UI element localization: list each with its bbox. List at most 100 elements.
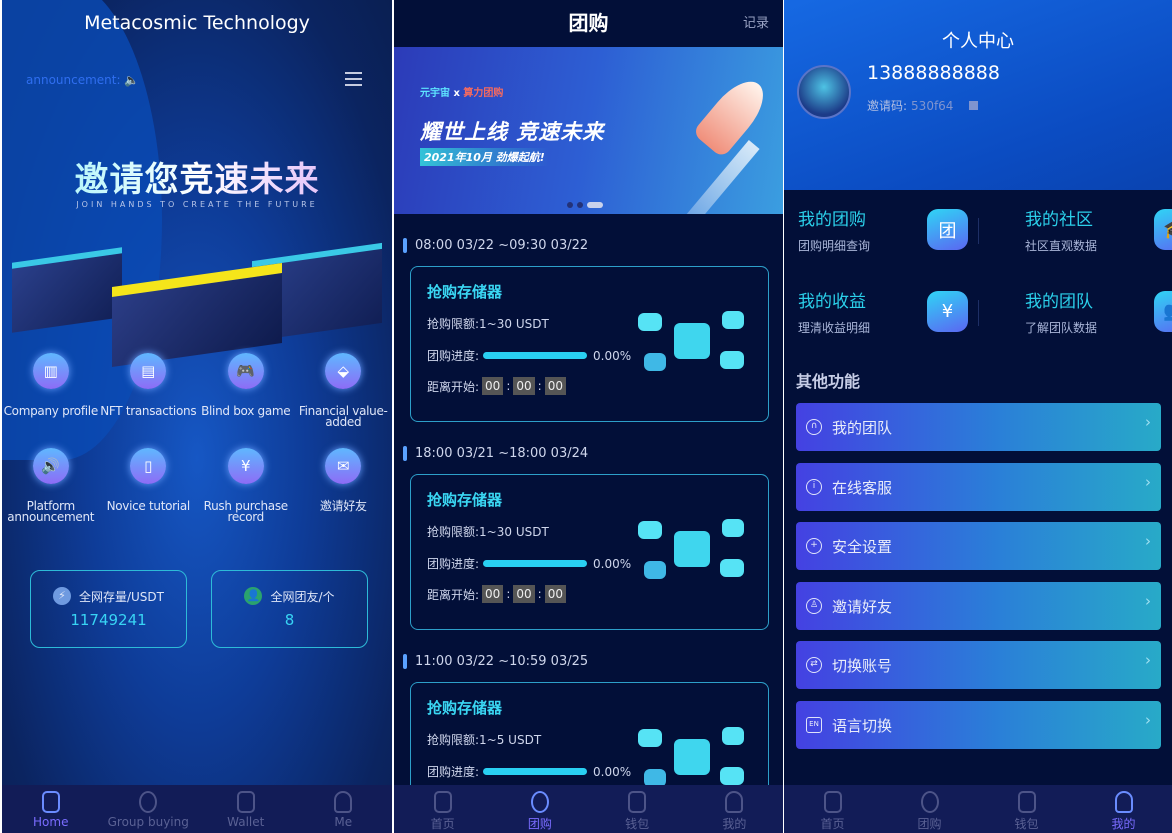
grid-item-financial-value-added[interactable]: ⬙ Financial value-added [295,353,393,428]
carousel-dot[interactable] [577,202,583,208]
menu-my-team[interactable]: ∩ 我的团队 › [796,403,1161,451]
carousel-dot[interactable] [567,202,573,208]
header: 团购 记录 [394,0,783,47]
nav-me[interactable]: 我的 [686,785,783,833]
grid-item-rush-purchase-record[interactable]: ¥ Rush purchase record [197,448,295,523]
nav-me[interactable]: Me [295,785,393,833]
product-title: 抢购存储器 [427,491,503,509]
nav-me[interactable]: 我的 [1075,785,1172,833]
grid-label: Blind box game [201,404,291,418]
storage-chip-illustration [638,305,746,377]
countdown: 距离开始: 00:00:00 [427,585,569,603]
nav-group-buying[interactable]: 团购 [491,785,588,833]
carousel-dot[interactable] [587,202,603,208]
graduation-cap-icon: 🎓 [1154,209,1172,250]
nav-label: Me [334,815,353,829]
chevron-right-icon: › [1145,651,1151,669]
quick-my-community[interactable]: 我的社区社区直观数据🎓 [1025,205,1172,265]
product-title: 抢购存储器 [427,699,503,717]
nav-wallet[interactable]: 钱包 [978,785,1075,833]
progress-row: 团购进度: 0.00% [427,348,632,364]
nav-group-buying[interactable]: 团购 [881,785,978,833]
grid-label: 邀请好友 [319,499,367,513]
grid-item-nft-transactions[interactable]: ▤ NFT transactions [100,353,198,428]
nav-label: 团购 [527,817,552,831]
chevron-right-icon: › [1145,413,1151,431]
grid-item-novice-tutorial[interactable]: ▯ Novice tutorial [100,448,198,523]
purchase-limit: 抢购限额:1~5 USDT [427,733,542,747]
nav-home[interactable]: 首页 [394,785,491,833]
nav-home[interactable]: Home [2,785,100,833]
user-icon [1114,791,1133,813]
group-buy-icon [530,791,549,813]
menu-language[interactable]: EN 语言切换 › [796,701,1161,749]
quick-my-earnings[interactable]: 我的收益 理清收益明细 ¥ [798,287,968,347]
menu-security-settings[interactable]: + 安全设置 › [796,522,1161,570]
home-screen: Metacosmic Technology announcement: 🔈 邀请… [2,0,392,833]
page-title: 个人中心 [942,31,1014,52]
group-buy-icon [920,791,939,813]
nav-label: 钱包 [625,817,650,831]
chevron-right-icon: › [1145,473,1151,491]
user-icon [725,791,744,813]
group-buy-icon [139,791,158,813]
home-icon [433,791,452,813]
group-buy-icon: 团 [927,209,968,250]
slot-time: 11:00 03/22 ~10:59 03/25 [403,654,588,669]
lightning-icon: ⚡ [52,587,71,605]
carousel-dots[interactable] [567,202,603,208]
bottom-nav: Home Group buying Wallet Me [2,785,392,833]
record-link[interactable]: 记录 [743,0,769,47]
promo-banner[interactable]: 元宇宙 x 算力团购 耀世上线 竞速未来 2021年10月 劲爆起航! [394,47,783,214]
grid-label: Financial value-added [298,404,388,429]
announcement[interactable]: announcement: 🔈 [26,73,139,87]
stat-total-members: 👤 全网团友/个 8 [211,570,368,648]
grid-label: Platform announcement [7,499,95,524]
storage-chip-illustration [638,721,746,793]
divider [978,218,979,244]
grid-label: NFT transactions [100,404,197,418]
users-icon: 👤 [244,587,263,605]
grid-label: Company profile [3,404,99,418]
progress-row: 团购进度: 0.00% [427,764,632,780]
profile-screen: 个人中心 13888888888 邀请码: 530f64 我的团购 团购明细查询团 … [784,0,1172,833]
storage-chip-illustration [638,513,746,585]
progress-bar [483,560,588,567]
chevron-right-icon: › [1145,711,1151,729]
progress-bar [483,352,588,359]
yuan-icon: ¥ [927,291,968,332]
slogan: 邀请您竞速未来 [2,152,392,201]
stat-total-stock: ⚡ 全网存量/USDT 11749241 [30,570,187,648]
nav-wallet[interactable]: 钱包 [589,785,686,833]
product-card[interactable]: 抢购存储器 抢购限额:1~30 USDT 团购进度: 0.00% 距离开始: 00:… [410,474,769,630]
book-icon: ▯ [130,448,167,484]
nav-home[interactable]: 首页 [784,785,881,833]
purchase-limit: 抢购限额:1~30 USDT [427,317,549,331]
slot-time: 08:00 03/22 ~09:30 03/22 [403,238,588,253]
quick-my-group-buy[interactable]: 我的团购 团购明细查询团 [798,205,968,265]
chevron-right-icon: › [1145,592,1151,610]
grid-item-platform-announcement[interactable]: 🔊 Platform announcement [2,448,100,523]
grid-item-invite-friends[interactable]: ✉ 邀请好友 [295,448,393,523]
yuan-icon: ¥ [227,448,264,484]
grid-label: Novice tutorial [106,499,191,513]
menu-online-service[interactable]: i 在线客服 › [796,463,1161,511]
nav-label: 我的 [722,817,747,831]
menu-invite-friends[interactable]: ♙ 邀请好友 › [796,582,1161,630]
avatar[interactable] [797,65,851,119]
menu-icon[interactable] [345,72,362,90]
nav-label: Home [33,815,69,829]
grid-item-blind-box-game[interactable]: 🎮 Blind box game [197,353,295,428]
nav-label: 首页 [820,817,845,831]
nav-wallet[interactable]: Wallet [197,785,295,833]
rocket-icon [691,71,775,159]
profile-header: 个人中心 13888888888 邀请码: 530f64 [784,0,1172,190]
menu-switch-account[interactable]: ⇄ 切换账号 › [796,641,1161,689]
copy-icon[interactable] [969,101,979,110]
product-card[interactable]: 抢购存储器 抢购限额:1~30 USDT 团购进度: 0.00% 距离开始: 00:… [410,266,769,422]
quick-my-team[interactable]: 我的团队了解团队数据👥 [1025,287,1172,347]
nav-group-buying[interactable]: Group buying [100,785,198,833]
grid-item-company-profile[interactable]: ▥ Company profile [2,353,100,428]
speaker-icon: 🔊 [32,448,69,484]
invite-code: 530f64 [911,98,954,113]
